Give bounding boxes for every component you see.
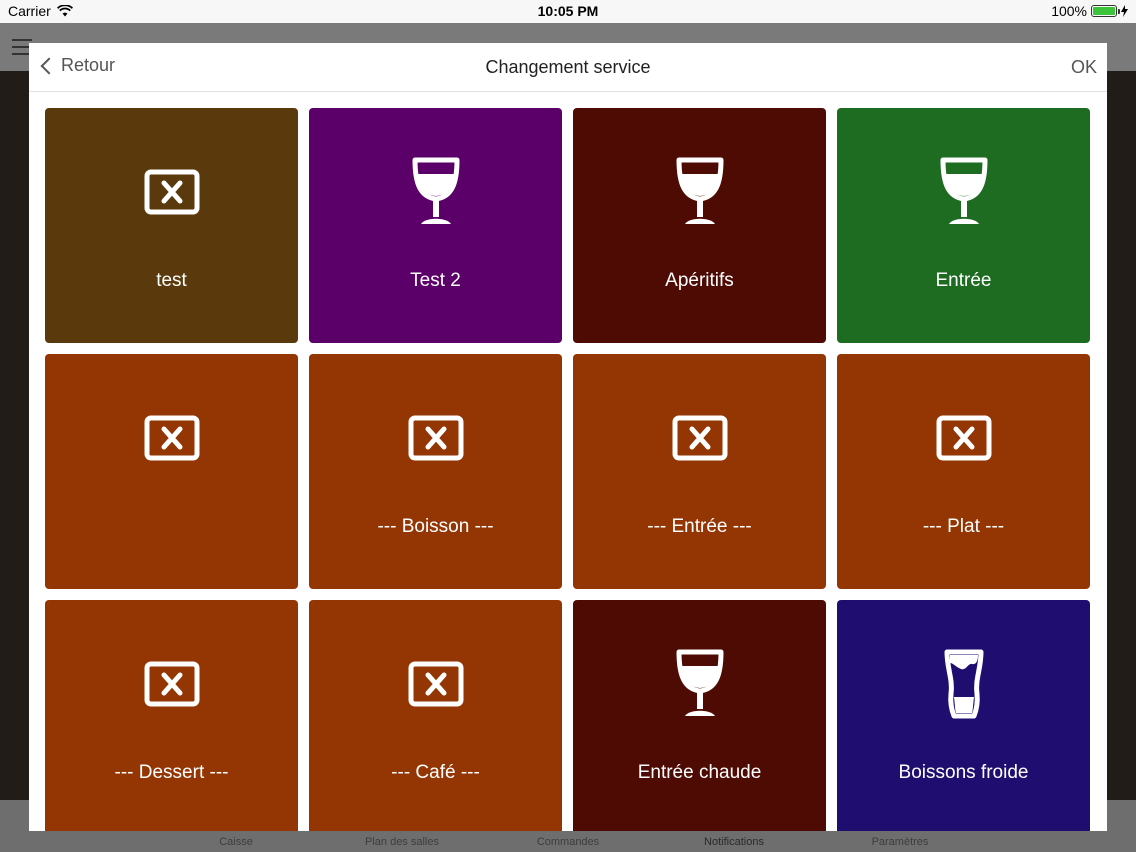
charging-bolt-icon xyxy=(1121,5,1128,17)
service-tile-label: Boissons froide xyxy=(898,762,1029,783)
service-tile-label: Entrée chaude xyxy=(637,762,762,783)
battery-icon xyxy=(1091,5,1120,17)
service-tile[interactable]: test xyxy=(45,108,298,343)
no-image-icon xyxy=(142,648,202,720)
tab-parametres: Paramètres xyxy=(871,836,929,848)
change-service-modal: Retour Changement service OK test Test 2… xyxy=(29,43,1107,831)
service-tile-label: --- Entrée --- xyxy=(647,516,752,537)
service-tile[interactable]: --- Boisson --- xyxy=(309,354,562,589)
no-image-icon xyxy=(142,402,202,474)
service-tile-label: --- Plat --- xyxy=(922,516,1005,537)
service-grid: test Test 2 Apéritifs Entrée --- Boisson… xyxy=(45,108,1091,831)
service-tile[interactable]: Boissons froide xyxy=(837,600,1090,831)
tab-commandes: Commandes xyxy=(536,836,600,848)
wine-glass-icon xyxy=(670,156,730,228)
tab-caisse: Caisse xyxy=(219,836,253,848)
wine-glass-icon xyxy=(406,156,466,228)
modal-title: Changement service xyxy=(485,57,651,77)
service-tile-label: Apéritifs xyxy=(665,270,734,291)
no-image-icon xyxy=(406,402,466,474)
service-tile[interactable]: Test 2 xyxy=(309,108,562,343)
tab-plan-des-salles: Plan des salles xyxy=(365,836,439,848)
ok-button[interactable]: OK xyxy=(1071,57,1097,78)
service-tile-label: Entrée xyxy=(935,270,992,291)
status-bar: Carrier 10:05 PM 100% xyxy=(0,0,1136,23)
service-tile-label: --- Café --- xyxy=(391,762,480,783)
service-tile[interactable]: Entrée xyxy=(837,108,1090,343)
tab-notifications: Notifications xyxy=(704,836,764,848)
modal-navbar: Retour Changement service OK xyxy=(29,43,1107,92)
service-tile-label: Test 2 xyxy=(410,270,461,291)
no-image-icon xyxy=(934,402,994,474)
service-tile[interactable]: Entrée chaude xyxy=(573,600,826,831)
wine-glass-icon xyxy=(934,156,994,228)
no-image-icon xyxy=(142,156,202,228)
clock: 10:05 PM xyxy=(537,3,599,19)
battery-percent: 100% xyxy=(1051,3,1087,19)
service-tile[interactable]: --- Café --- xyxy=(309,600,562,831)
no-image-icon xyxy=(670,402,730,474)
service-tile[interactable]: --- Dessert --- xyxy=(45,600,298,831)
service-tile[interactable]: --- Entrée --- xyxy=(573,354,826,589)
service-tile-label: --- Boisson --- xyxy=(377,516,494,537)
no-image-icon xyxy=(406,648,466,720)
service-tile[interactable]: Apéritifs xyxy=(573,108,826,343)
wine-glass-icon xyxy=(670,648,730,720)
service-tile[interactable] xyxy=(45,354,298,589)
beer-glass-icon xyxy=(934,648,994,720)
service-tile-label: test xyxy=(156,270,187,291)
service-tile-label: --- Dessert --- xyxy=(114,762,229,783)
service-tile[interactable]: --- Plat --- xyxy=(837,354,1090,589)
